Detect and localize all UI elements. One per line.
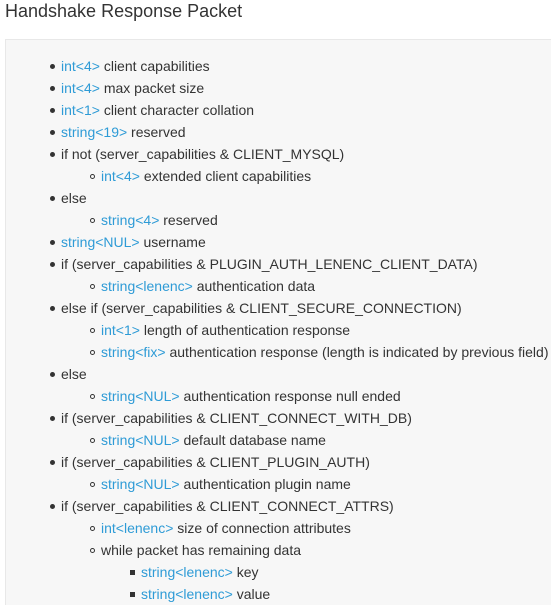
data-type-link[interactable]: string<lenenc> xyxy=(101,278,193,294)
data-type-link[interactable]: string<19> xyxy=(61,124,127,140)
disc-bullet-icon xyxy=(50,416,55,421)
circle-bullet-icon xyxy=(90,174,95,179)
data-type-link[interactable]: string<4> xyxy=(101,212,159,228)
list-item: else xyxy=(6,363,551,385)
field-description: else xyxy=(61,190,87,206)
sub-list-item: string<NUL> default database name xyxy=(6,429,551,451)
data-type-link[interactable]: int<4> xyxy=(101,168,140,184)
field-description: default database name xyxy=(179,432,326,448)
sub-list-item: while packet has remaining data xyxy=(6,539,551,561)
data-type-link[interactable]: string<NUL> xyxy=(101,432,180,448)
disc-bullet-icon xyxy=(50,306,55,311)
field-description: authentication data xyxy=(192,278,316,294)
field-description: if (server_capabilities & CLIENT_CONNECT… xyxy=(61,498,394,514)
data-type-link[interactable]: int<4> xyxy=(61,58,100,74)
nested-list-item: string<lenenc> key xyxy=(6,561,551,583)
square-bullet-icon xyxy=(130,592,135,597)
data-type-link[interactable]: int<lenenc> xyxy=(101,520,173,536)
packet-fields-box: int<4> client capabilities int<4> max pac… xyxy=(5,39,551,605)
data-type-link[interactable]: string<fix> xyxy=(101,344,166,360)
data-type-link[interactable]: int<1> xyxy=(101,322,140,338)
square-bullet-icon xyxy=(130,570,135,575)
list-item: if not (server_capabilities & CLIENT_MYS… xyxy=(6,143,551,165)
field-description: reserved xyxy=(127,124,186,140)
disc-bullet-icon xyxy=(50,152,55,157)
field-description: client capabilities xyxy=(99,58,210,74)
circle-bullet-icon xyxy=(90,548,95,553)
field-description: authentication response (length is indic… xyxy=(165,344,549,360)
field-description: value xyxy=(232,586,271,602)
circle-bullet-icon xyxy=(90,218,95,223)
circle-bullet-icon xyxy=(90,328,95,333)
disc-bullet-icon xyxy=(50,108,55,113)
circle-bullet-icon xyxy=(90,526,95,531)
field-description: else if (server_capabilities & CLIENT_SE… xyxy=(61,300,462,316)
list-item: if (server_capabilities & PLUGIN_AUTH_LE… xyxy=(6,253,551,275)
data-type-link[interactable]: string<lenenc> xyxy=(141,586,233,602)
sub-list-item: int<lenenc> size of connection attribute… xyxy=(6,517,551,539)
list-item: int<4> client capabilities xyxy=(6,55,551,77)
list-item: int<4> max packet size xyxy=(6,77,551,99)
data-type-link[interactable]: string<NUL> xyxy=(101,388,180,404)
disc-bullet-icon xyxy=(50,64,55,69)
circle-bullet-icon xyxy=(90,394,95,399)
sub-list-item: int<4> extended client capabilities xyxy=(6,165,551,187)
field-description: username xyxy=(139,234,206,250)
disc-bullet-icon xyxy=(50,240,55,245)
list-item: if (server_capabilities & CLIENT_PLUGIN_… xyxy=(6,451,551,473)
field-description: else xyxy=(61,366,87,382)
sub-list-item: string<NUL> authentication response null… xyxy=(6,385,551,407)
sub-list-item: string<NUL> authentication plugin name xyxy=(6,473,551,495)
nested-list-item: string<lenenc> value xyxy=(6,583,551,605)
disc-bullet-icon xyxy=(50,504,55,509)
page-title: Handshake Response Packet xyxy=(5,1,243,21)
data-type-link[interactable]: string<NUL> xyxy=(101,476,180,492)
circle-bullet-icon xyxy=(90,350,95,355)
field-description: while packet has remaining data xyxy=(101,542,302,558)
disc-bullet-icon xyxy=(50,460,55,465)
field-description: if (server_capabilities & CLIENT_PLUGIN_… xyxy=(61,454,370,470)
list-item: string<NUL> username xyxy=(6,231,551,253)
circle-bullet-icon xyxy=(90,284,95,289)
field-description: key xyxy=(232,564,259,580)
field-description: extended client capabilities xyxy=(139,168,312,184)
data-type-link[interactable]: int<4> xyxy=(61,80,100,96)
disc-bullet-icon xyxy=(50,372,55,377)
list-item: else if (server_capabilities & CLIENT_SE… xyxy=(6,297,551,319)
disc-bullet-icon xyxy=(50,130,55,135)
list-item: string<19> reserved xyxy=(6,121,551,143)
field-description: size of connection attributes xyxy=(173,520,351,536)
sub-list-item: int<1> length of authentication response xyxy=(6,319,551,341)
field-description: if (server_capabilities & PLUGIN_AUTH_LE… xyxy=(61,256,478,272)
sub-list-item: string<4> reserved xyxy=(6,209,551,231)
field-description: authentication plugin name xyxy=(179,476,351,492)
field-description: max packet size xyxy=(99,80,205,96)
sub-list-item: string<lenenc> authentication data xyxy=(6,275,551,297)
field-description: authentication response null ended xyxy=(179,388,401,404)
data-type-link[interactable]: string<lenenc> xyxy=(141,564,233,580)
data-type-link[interactable]: string<NUL> xyxy=(61,234,140,250)
disc-bullet-icon xyxy=(50,196,55,201)
list-item: else xyxy=(6,187,551,209)
circle-bullet-icon xyxy=(90,482,95,487)
field-description: reserved xyxy=(159,212,218,228)
sub-list-item: string<fix> authentication response (len… xyxy=(6,341,551,363)
field-description: if not (server_capabilities & CLIENT_MYS… xyxy=(61,146,345,162)
disc-bullet-icon xyxy=(50,262,55,267)
disc-bullet-icon xyxy=(50,86,55,91)
field-description: client character collation xyxy=(99,102,255,118)
list-item: if (server_capabilities & CLIENT_CONNECT… xyxy=(6,407,551,429)
list-item: int<1> client character collation xyxy=(6,99,551,121)
list-item: if (server_capabilities & CLIENT_CONNECT… xyxy=(6,495,551,517)
circle-bullet-icon xyxy=(90,438,95,443)
field-description: if (server_capabilities & CLIENT_CONNECT… xyxy=(61,410,412,426)
data-type-link[interactable]: int<1> xyxy=(61,102,100,118)
field-description: length of authentication response xyxy=(139,322,351,338)
